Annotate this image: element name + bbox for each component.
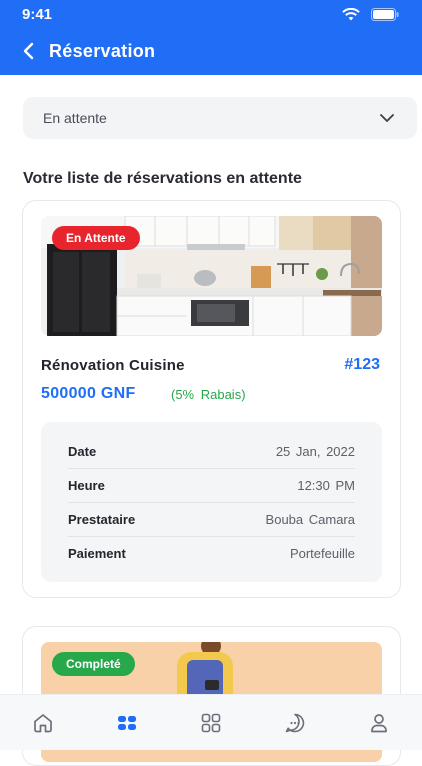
detail-label: Paiement (68, 546, 126, 561)
status-filter-dropdown[interactable]: En attente (23, 97, 417, 139)
detail-value: Bouba Camara (265, 512, 355, 527)
booking-discount: (5% Rabais) (171, 387, 246, 402)
detail-row-time: Heure 12:30 PM (68, 469, 355, 503)
status-bar: 9:41 (0, 0, 422, 28)
status-filter-value: En attente (43, 110, 107, 126)
service-name: Rénovation Cuisine (41, 357, 185, 374)
detail-label: Date (68, 444, 97, 459)
booking-details: Date 25 Jan, 2022 Heure 12:30 PM Prestat… (41, 422, 382, 582)
profile-icon[interactable] (367, 711, 391, 735)
detail-row-payment: Paiement Portefeuille (68, 537, 355, 571)
chevron-down-icon (380, 114, 394, 122)
kitchen-image: En Attente (41, 216, 382, 336)
detail-value: 12:30 PM (297, 478, 355, 493)
status-badge: En Attente (52, 226, 140, 250)
chat-icon[interactable] (283, 711, 307, 735)
detail-row-provider: Prestataire Bouba Camara (68, 503, 355, 537)
detail-value: 25 Jan, 2022 (275, 444, 355, 459)
wifi-icon (342, 8, 360, 21)
booking-price: 500000 GNF (41, 385, 136, 402)
booking-card[interactable]: En Attente Rénovation Cuisine #123 50000… (22, 200, 401, 598)
home-icon[interactable] (31, 711, 55, 735)
battery-icon (371, 8, 399, 21)
status-badge: Completé (52, 652, 135, 676)
page-title: Réservation (49, 41, 156, 61)
categories-icon[interactable] (199, 711, 223, 735)
booking-id: #123 (344, 356, 380, 373)
detail-label: Heure (68, 478, 105, 493)
detail-label: Prestataire (68, 512, 136, 527)
detail-value: Portefeuille (289, 546, 355, 561)
section-title: Votre liste de réservations en attente (23, 170, 302, 187)
bookings-icon[interactable] (115, 711, 139, 735)
status-time: 9:41 (22, 6, 53, 23)
back-button[interactable] (18, 40, 40, 62)
app-header: 9:41 Réservation (0, 0, 422, 75)
detail-row-date: Date 25 Jan, 2022 (68, 435, 355, 469)
bottom-nav (0, 694, 422, 750)
